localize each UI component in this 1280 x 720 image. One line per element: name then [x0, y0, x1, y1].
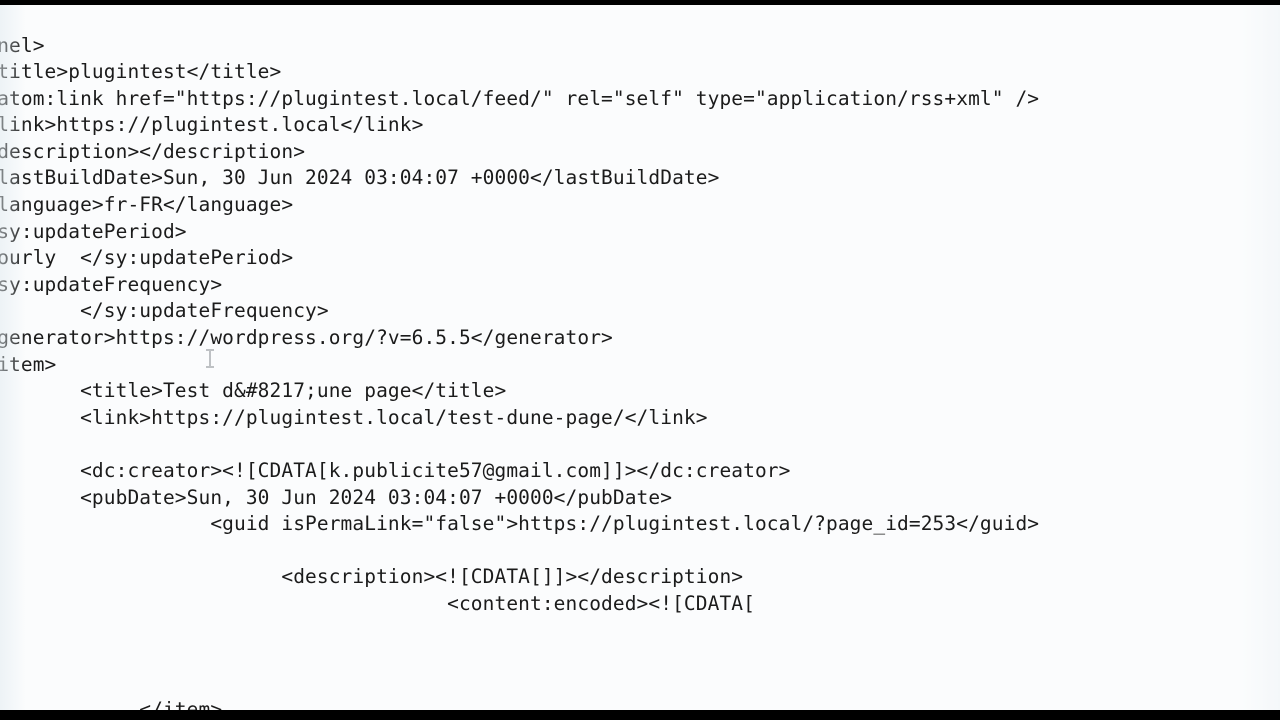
source-line: <guid isPermaLink="false">https://plugin… [0, 512, 1040, 536]
source-line: <link>https://plugintest.local/test-dune… [0, 405, 708, 429]
source-line-blank [0, 671, 1280, 698]
source-line: </item> [139, 698, 223, 710]
letterbox-bar-bottom [0, 710, 1280, 720]
source-line: <dc:creator><![CDATA[k.publicite57@gmail… [0, 459, 791, 482]
source-line: <content:encoded><![CDATA[ [0, 591, 755, 615]
screen: <channel> <title>plugintest</title> <ato… [0, 0, 1280, 720]
source-line: <title>plugintest</title> [0, 60, 282, 84]
xml-source-viewport[interactable]: <channel> <title>plugintest</title> <ato… [0, 5, 1280, 710]
xml-source-text[interactable]: <channel> <title>plugintest</title> <ato… [0, 33, 1280, 711]
source-line-blank [0, 431, 1280, 458]
source-line: hourly </sy:updatePeriod> [0, 246, 294, 270]
source-line-blank [0, 538, 1280, 565]
source-line: <channel> [0, 33, 45, 57]
source-line: <title>Test d&#8217;une page</title> [80, 379, 507, 403]
source-line: <description><![CDATA[]]></description> [0, 565, 744, 589]
letterbox-bar-top [0, 0, 1280, 5]
text-cursor-icon [206, 349, 214, 368]
source-line: <item> [0, 352, 57, 376]
source-line: <atom:link href="https://plugintest.loca… [0, 86, 1040, 110]
source-line: <lastBuildDate>Sun, 30 Jun 2024 03:04:07… [0, 166, 720, 190]
source-line-blank [0, 644, 1280, 671]
source-line: <language>fr-FR</language> [0, 193, 294, 217]
source-line: <sy:updateFrequency> [0, 272, 223, 296]
source-line: <sy:updatePeriod> [0, 219, 187, 243]
source-line: 1 </sy:updateFrequency> [80, 299, 329, 323]
source-line: <description></description> [0, 139, 306, 163]
source-line-blank [0, 618, 1280, 645]
source-line: <generator>https://wordpress.org/?v=6.5.… [0, 326, 613, 350]
source-line: <link>https://plugintest.local</link> [0, 113, 424, 137]
source-line: <pubDate>Sun, 30 Jun 2024 03:04:07 +0000… [0, 485, 673, 509]
